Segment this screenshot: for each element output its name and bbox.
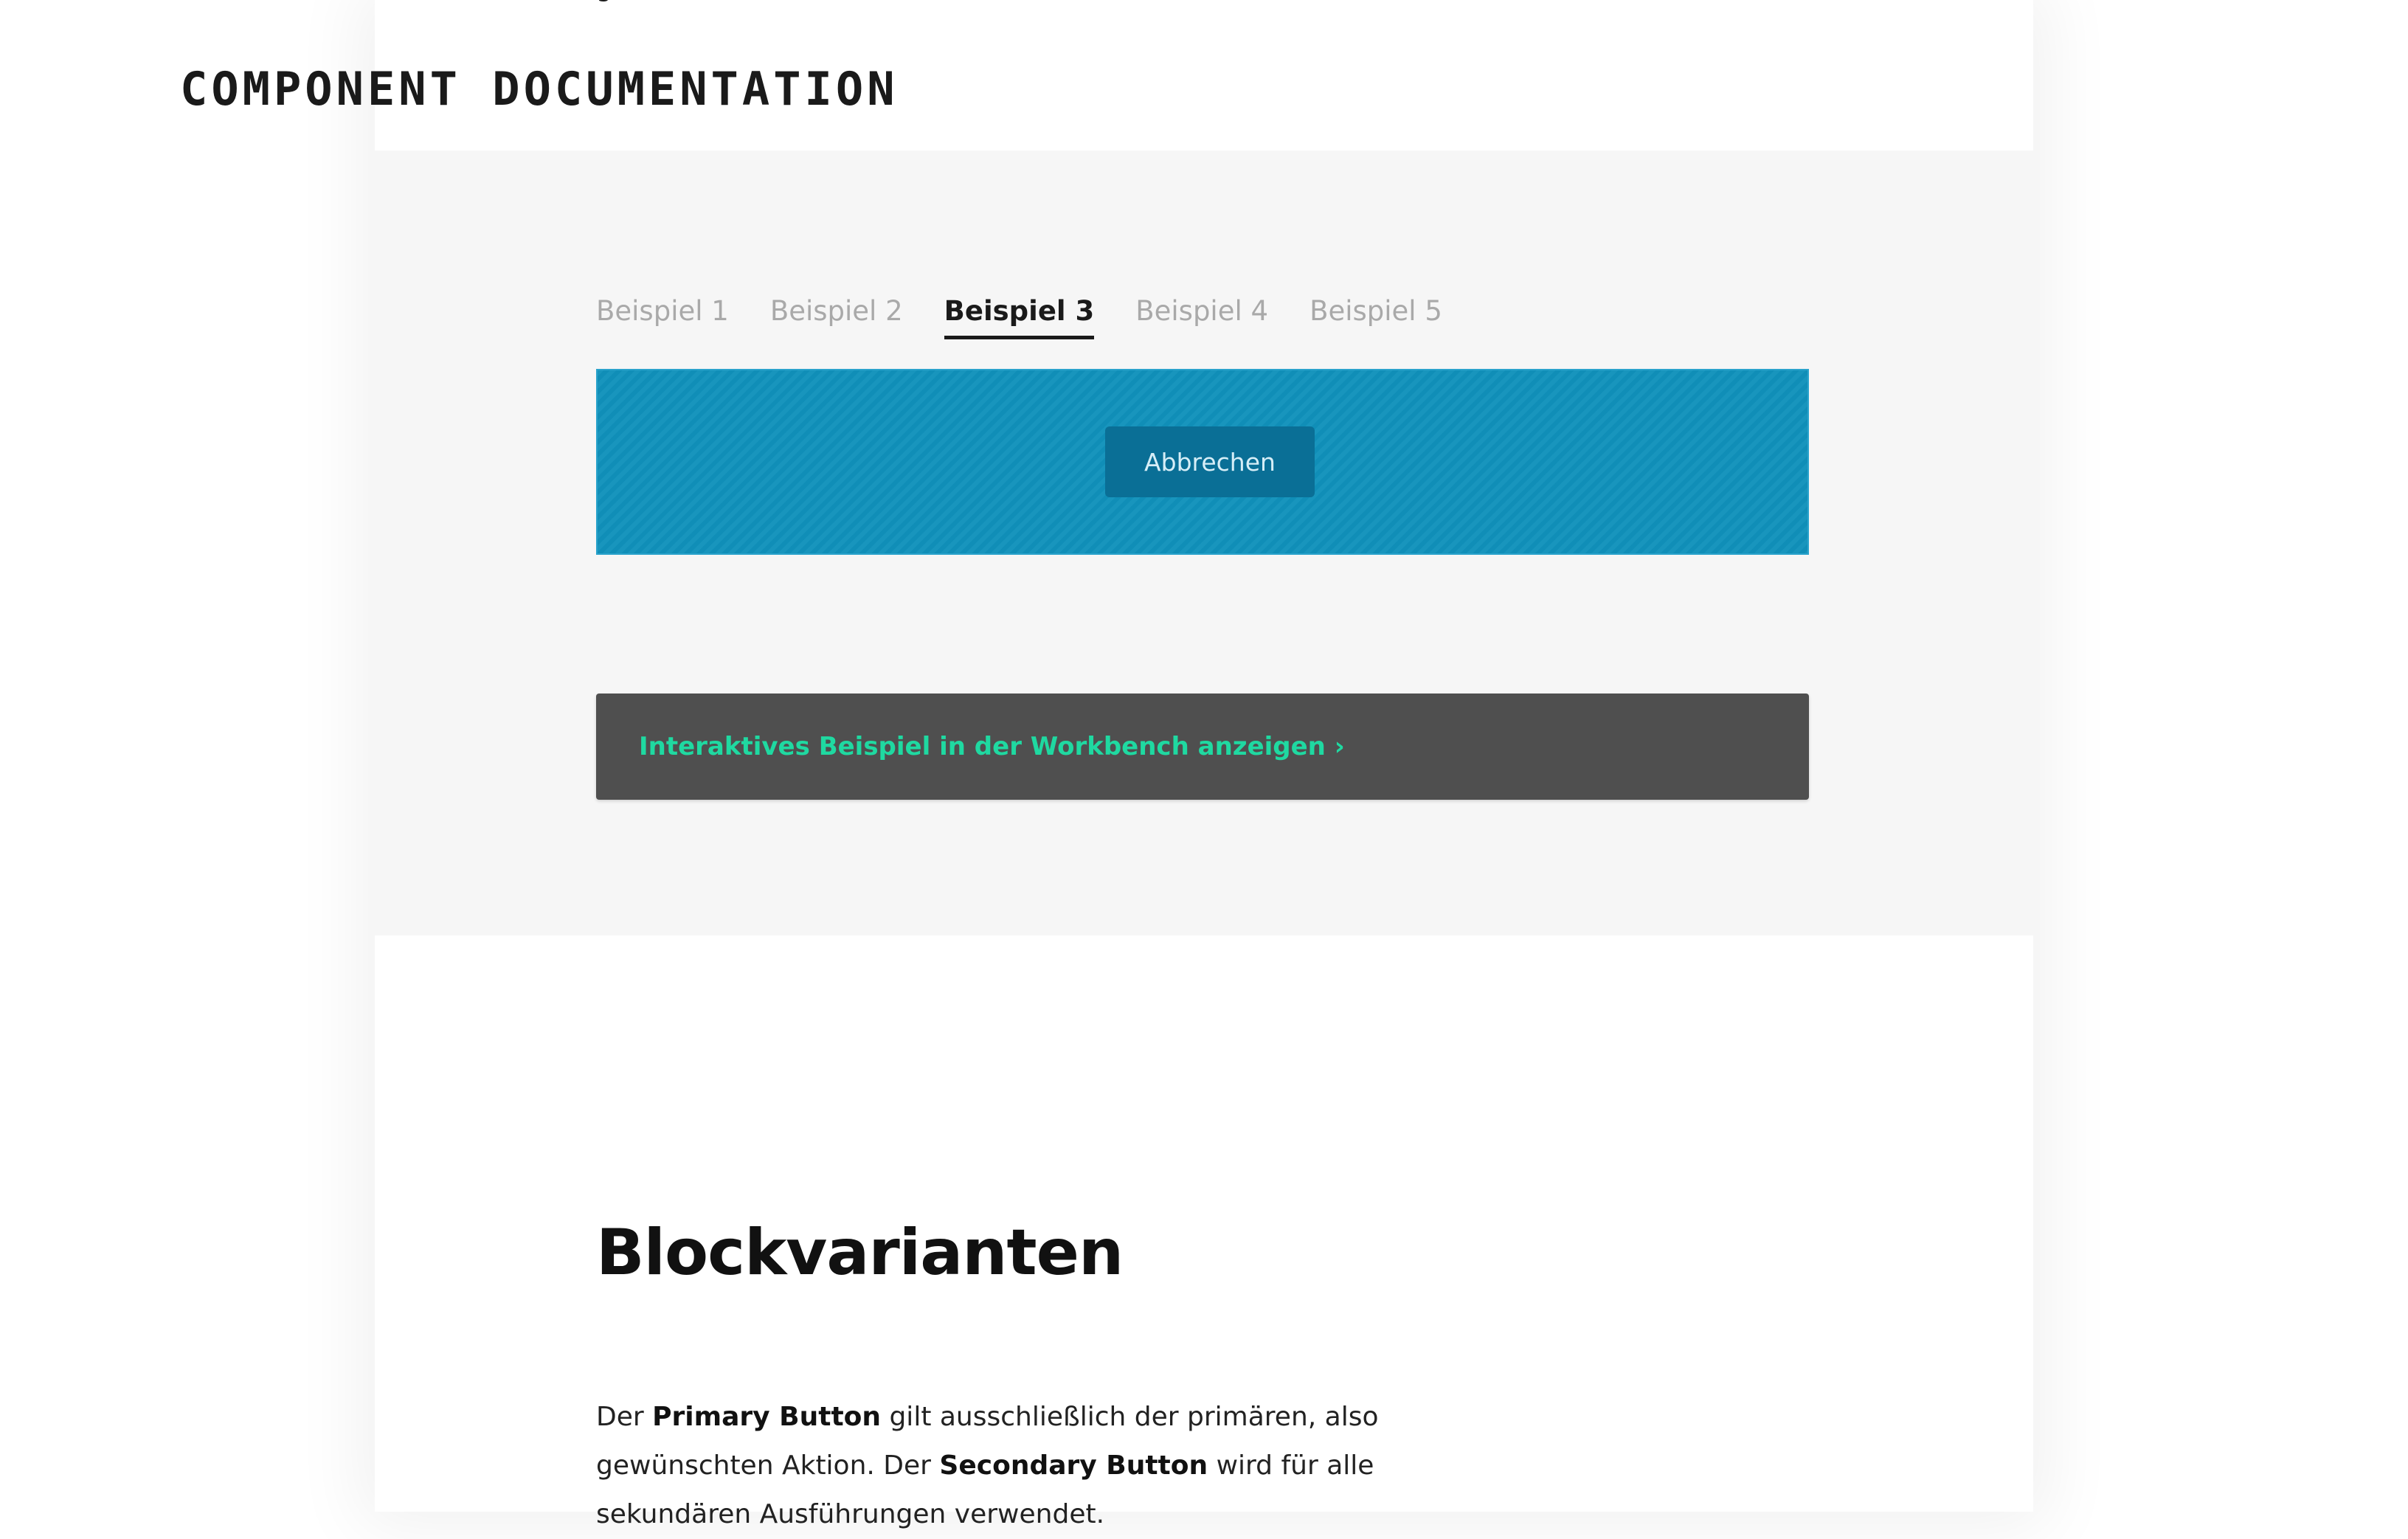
- secondary-button-term: Secondary Button: [939, 1450, 1208, 1481]
- tab-beispiel-3[interactable]: Beispiel 3: [944, 295, 1095, 339]
- workbench-bar: Interaktives Beispiel in der Workbench a…: [596, 694, 1809, 800]
- paragraph-text-1: Der: [596, 1402, 653, 1432]
- section-paragraph: Der Primary Button gilt ausschließlich d…: [596, 1393, 1393, 1539]
- section-heading: Blockvarianten: [596, 1216, 1124, 1290]
- primary-button-term: Primary Button: [652, 1402, 882, 1432]
- workbench-link[interactable]: Interaktives Beispiel in der Workbench a…: [639, 732, 1345, 761]
- tab-beispiel-2[interactable]: Beispiel 2: [770, 295, 903, 336]
- cut-off-text-fragment: g: [596, 0, 612, 3]
- example-preview: Abbrechen: [596, 369, 1809, 555]
- example-area: Beispiel 1 Beispiel 2 Beispiel 3 Beispie…: [375, 151, 2033, 935]
- tab-beispiel-4[interactable]: Beispiel 4: [1135, 295, 1268, 336]
- documentation-card: g Beispiel 1 Beispiel 2 Beispiel 3 Beisp…: [375, 0, 2033, 1529]
- abbrechen-button[interactable]: Abbrechen: [1105, 426, 1315, 497]
- tab-beispiel-1[interactable]: Beispiel 1: [596, 295, 729, 336]
- example-tabs: Beispiel 1 Beispiel 2 Beispiel 3 Beispie…: [596, 295, 1442, 339]
- page-title: COMPONENT DOCUMENTATION: [180, 62, 899, 116]
- tab-beispiel-5[interactable]: Beispiel 5: [1309, 295, 1442, 336]
